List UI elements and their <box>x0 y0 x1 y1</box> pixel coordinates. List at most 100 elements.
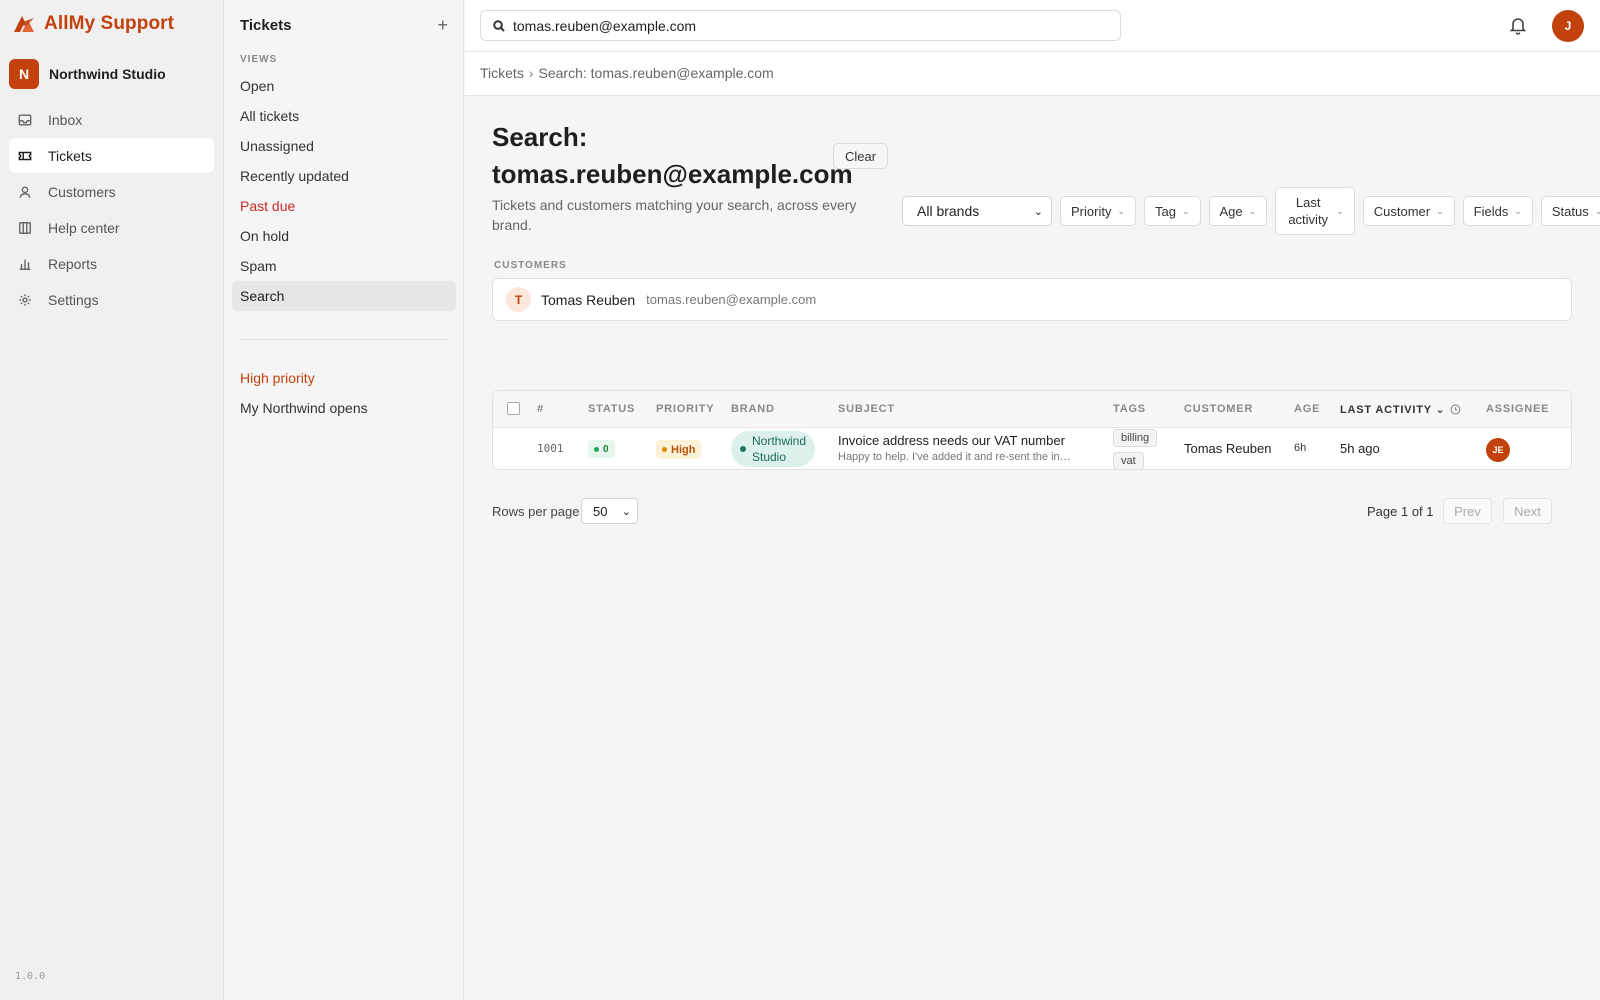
breadcrumb-root[interactable]: Tickets <box>480 65 524 81</box>
view-item-open[interactable]: Open <box>232 71 456 101</box>
col-subject[interactable]: SUBJECT <box>838 403 895 415</box>
priority-badge: High <box>656 440 702 459</box>
next-page-button[interactable]: Next <box>1503 498 1552 524</box>
ticket-tags: billing vat <box>1113 429 1158 469</box>
nav-item-customers[interactable]: Customers <box>9 174 214 209</box>
workspace-avatar: N <box>9 59 39 89</box>
ticket-subject[interactable]: Invoice address needs our VAT number Hap… <box>838 433 1088 463</box>
table-header: # STATUS PRIORITY BRAND SUBJECT TAGS CUS… <box>493 391 1571 428</box>
views-divider <box>240 339 448 340</box>
nav-item-help-center[interactable]: Help center <box>9 210 214 245</box>
view-item-unassigned[interactable]: Unassigned <box>232 131 456 161</box>
col-tags[interactable]: TAGS <box>1113 403 1146 415</box>
clear-search-button[interactable]: Clear <box>833 143 889 169</box>
page-subtitle: Tickets and customers matching your sear… <box>492 197 857 233</box>
customer-result[interactable]: T Tomas Reuben tomas.reuben@example.com <box>492 278 1572 321</box>
brand-dot <box>740 446 746 452</box>
chevron-down-icon: ⌄ <box>1033 205 1043 218</box>
app-sidebar: AllMy Support N Northwind Studio Inbox T… <box>0 0 224 1000</box>
col-priority[interactable]: PRIORITY <box>656 403 714 415</box>
global-search[interactable] <box>480 10 1121 41</box>
customer-name: Tomas Reuben <box>541 291 636 308</box>
filter-age-button[interactable]: Age ⌄ <box>1208 196 1268 226</box>
chevron-down-icon: ⌄ <box>1514 205 1522 216</box>
filter-label: Priority <box>1071 203 1112 219</box>
pagination: Rows per page 50 ⌄ Page 1 of 1 Prev Next <box>492 498 1572 524</box>
chevron-down-icon: ⌄ <box>1117 205 1125 216</box>
saved-view-list: High priority My Northwind opens <box>232 363 456 423</box>
table-row[interactable]: 1001 0 High Northwind Studio Invoice add… <box>493 428 1571 469</box>
view-item-all-tickets[interactable]: All tickets <box>232 101 456 131</box>
col-last-activity-label: LAST ACTIVITY <box>1340 404 1432 416</box>
breadcrumb-separator: › <box>528 65 534 81</box>
brand-value: Northwind Studio <box>752 434 807 464</box>
filter-priority-button[interactable]: Priority ⌄ <box>1060 196 1136 226</box>
tag-chip[interactable]: billing <box>1113 429 1158 447</box>
col-last-activity[interactable]: LAST ACTIVITY ⌄ <box>1340 403 1446 416</box>
search-input[interactable] <box>513 17 1120 34</box>
tickets-table: # STATUS PRIORITY BRAND SUBJECT TAGS CUS… <box>492 390 1572 470</box>
col-customer[interactable]: CUSTOMER <box>1184 403 1253 415</box>
brand-badge[interactable]: Northwind Studio <box>731 431 815 467</box>
brand[interactable]: AllMy Support <box>12 12 174 36</box>
view-item-past-due[interactable]: Past due <box>232 191 456 221</box>
filter-label: Customer <box>1373 203 1431 219</box>
assignee-avatar[interactable]: JE <box>1486 438 1510 462</box>
col-assignee[interactable]: ASSIGNEE <box>1486 403 1549 415</box>
workspace-switcher[interactable]: N Northwind Studio <box>9 59 166 89</box>
saved-view-my-northwind-opens[interactable]: My Northwind opens <box>232 393 456 423</box>
ticket-id[interactable]: 1001 <box>537 442 564 455</box>
tag-chip[interactable]: vat <box>1113 452 1144 469</box>
col-brand[interactable]: BRAND <box>731 403 775 415</box>
col-status[interactable]: STATUS <box>588 403 635 415</box>
book-icon <box>19 221 31 234</box>
view-item-search[interactable]: Search <box>232 281 456 311</box>
filter-fields-button[interactable]: Fields ⌄ <box>1462 196 1533 226</box>
notifications-button[interactable] <box>1508 15 1528 35</box>
user-avatar[interactable]: J <box>1552 10 1584 42</box>
views-header: Tickets + <box>240 16 448 34</box>
chevron-down-icon: ⌄ <box>1336 205 1344 216</box>
nav-label: Reports <box>48 255 98 272</box>
filter-label: Fields <box>1473 203 1509 219</box>
search-icon <box>493 19 505 32</box>
status-value: 0 <box>603 443 609 455</box>
nav-label: Customers <box>48 183 116 200</box>
view-item-on-hold[interactable]: On hold <box>232 221 456 251</box>
status-dot <box>594 446 599 452</box>
filter-tag-button[interactable]: Tag ⌄ <box>1144 196 1201 226</box>
nav-item-inbox[interactable]: Inbox <box>9 102 214 137</box>
ticket-customer[interactable]: Tomas Reuben <box>1184 441 1271 456</box>
col-age[interactable]: AGE <box>1294 403 1320 415</box>
brand-logo-icon <box>14 16 34 32</box>
add-view-button[interactable]: + <box>437 16 448 34</box>
nav-label: Help center <box>48 219 120 236</box>
clock-icon[interactable] <box>1450 404 1461 415</box>
nav-item-settings[interactable]: Settings <box>9 282 214 317</box>
status-badge: 0 <box>588 440 615 458</box>
main-nav: Inbox Tickets Customers Help center Repo… <box>9 102 214 318</box>
subject-title: Invoice address needs our VAT number <box>838 433 1065 448</box>
filter-customer-button[interactable]: Customer ⌄ <box>1362 196 1455 226</box>
page-info: Page 1 of 1 <box>1367 504 1434 519</box>
filter-label: Age <box>1219 203 1243 219</box>
rows-per-page-select[interactable]: 50 ⌄ <box>581 498 638 524</box>
nav-item-tickets[interactable]: Tickets <box>9 138 214 173</box>
view-item-recently-updated[interactable]: Recently updated <box>232 161 456 191</box>
sort-desc-icon: ⌄ <box>1435 404 1446 416</box>
nav-item-reports[interactable]: Reports <box>9 246 214 281</box>
saved-view-high-priority[interactable]: High priority <box>232 363 456 393</box>
brand-select[interactable]: All brands ⌄ <box>902 196 1052 226</box>
select-all-checkbox[interactable] <box>507 402 520 415</box>
app-version: 1.0.0 <box>15 971 46 982</box>
breadcrumb: Tickets › Search: tomas.reuben@example.c… <box>480 65 774 81</box>
prev-page-button[interactable]: Prev <box>1443 498 1492 524</box>
filter-last-activity-button[interactable]: Last activity ⌄ <box>1275 187 1355 235</box>
rows-per-page-label: Rows per page <box>492 504 580 519</box>
views-section-label: VIEWS <box>240 54 278 65</box>
col-id[interactable]: # <box>537 403 544 415</box>
customers-section-label: CUSTOMERS <box>494 260 567 271</box>
page-title: Search: tomas.reuben@example.com <box>492 122 853 189</box>
view-item-spam[interactable]: Spam <box>232 251 456 281</box>
filter-status-button[interactable]: Status ⌄ <box>1540 196 1600 226</box>
